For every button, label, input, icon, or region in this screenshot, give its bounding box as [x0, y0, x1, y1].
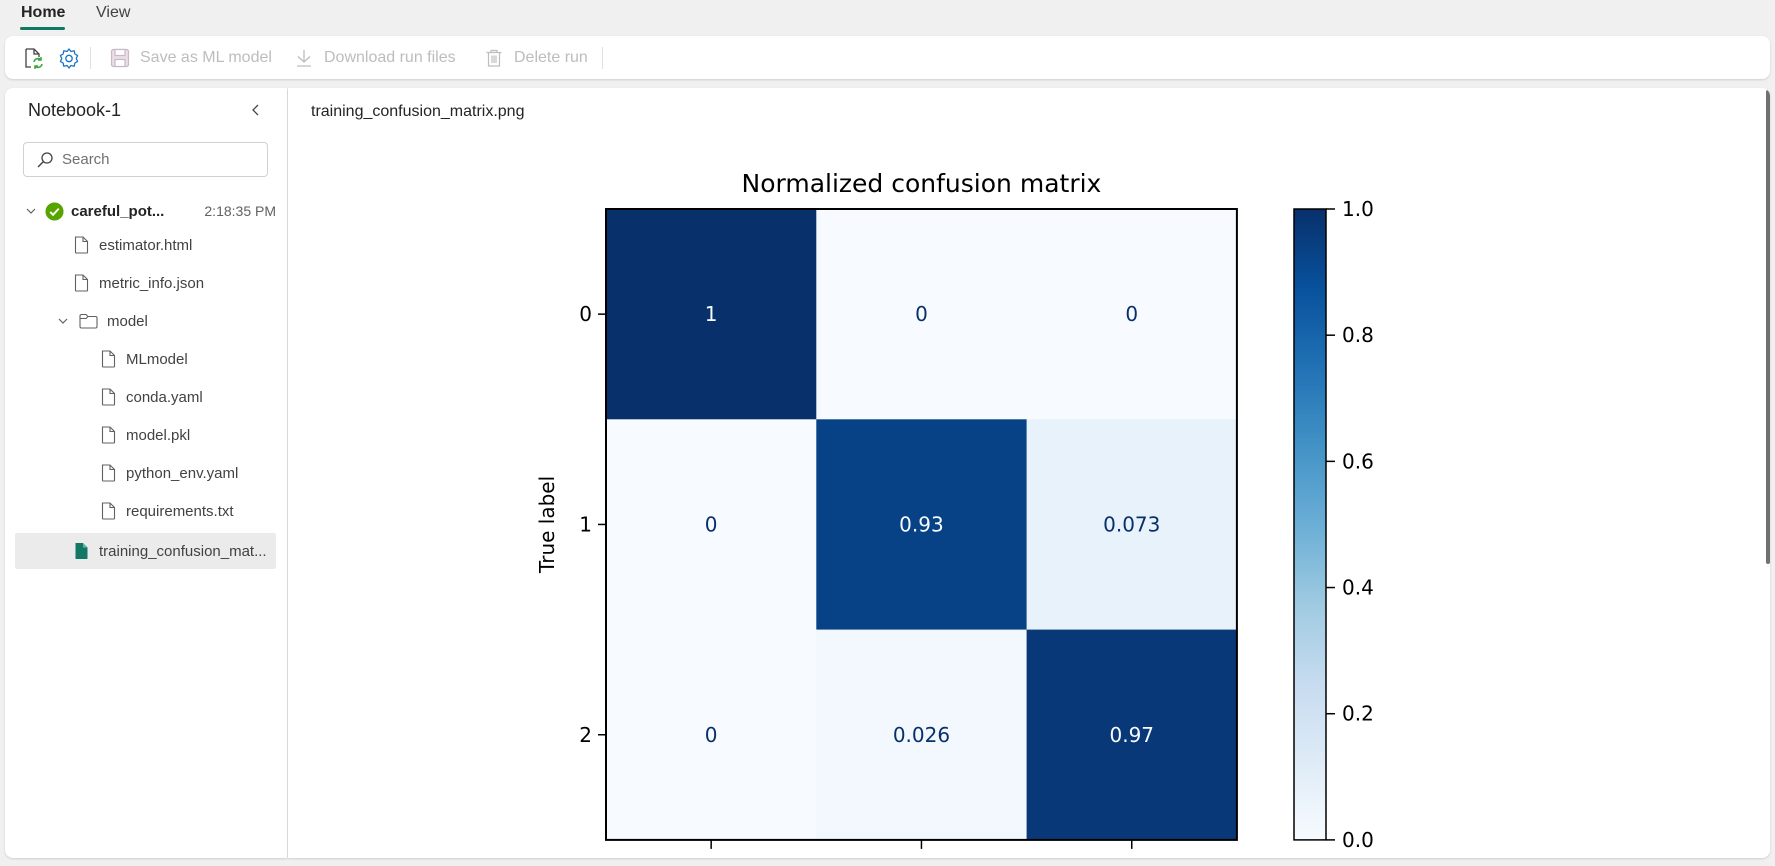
- toolbar-divider: [602, 47, 603, 69]
- cell-value-label: 0: [1125, 302, 1138, 326]
- colorbar-tick-label: 0.6: [1342, 449, 1374, 473]
- chevron-down-icon[interactable]: [57, 315, 69, 327]
- tab-home[interactable]: Home: [21, 4, 65, 22]
- file-name: training_confusion_mat...: [99, 542, 267, 560]
- gear-icon: [59, 47, 79, 69]
- save-icon: [110, 48, 130, 67]
- folder-item[interactable]: model: [15, 303, 276, 339]
- download-icon: [297, 49, 311, 67]
- chevron-down-icon[interactable]: [25, 205, 37, 217]
- colorbar-tick-label: 0.0: [1342, 828, 1374, 852]
- file-icon: [101, 502, 116, 520]
- search-icon: [37, 151, 53, 167]
- colorbar-tick-label: 0.2: [1342, 702, 1374, 726]
- file-item[interactable]: MLmodel: [15, 341, 276, 377]
- colorbar-tick-label: 1.0: [1342, 197, 1374, 221]
- trash-icon: [486, 49, 502, 67]
- file-icon: [74, 236, 89, 254]
- search-input[interactable]: [62, 151, 252, 168]
- cell-value-label: 1: [705, 302, 718, 326]
- file-icon: [101, 426, 116, 444]
- success-check-icon: [45, 201, 64, 221]
- file-name: conda.yaml: [126, 388, 203, 406]
- settings-button[interactable]: [58, 36, 80, 79]
- collapse-panel-icon[interactable]: [248, 102, 264, 118]
- cell-value-label: 0.97: [1109, 723, 1154, 747]
- delete-run-label: Delete run: [514, 48, 588, 66]
- download-run-files-label: Download run files: [324, 48, 456, 66]
- file-explorer-panel: Notebook-1 careful_pot... 2:18:35 PM est…: [5, 88, 287, 858]
- file-item[interactable]: requirements.txt: [15, 493, 276, 529]
- delete-run-button[interactable]: Delete run: [484, 36, 588, 79]
- cell-value-label: 0: [705, 512, 718, 536]
- file-name: python_env.yaml: [126, 464, 239, 482]
- y-tick-label: 0: [579, 302, 592, 326]
- folder-name: model: [107, 312, 148, 330]
- active-tab-indicator: [20, 27, 65, 30]
- download-run-files-button[interactable]: Download run files: [294, 36, 456, 79]
- file-item[interactable]: conda.yaml: [15, 379, 276, 415]
- file-icon: [101, 388, 116, 406]
- tab-view[interactable]: View: [96, 4, 130, 22]
- colorbar: [1293, 208, 1327, 841]
- refresh-button[interactable]: [22, 36, 44, 79]
- file-item[interactable]: python_env.yaml: [15, 455, 276, 491]
- file-item[interactable]: metric_info.json: [15, 265, 276, 301]
- notebook-title: Notebook-1: [28, 100, 122, 120]
- file-name: estimator.html: [99, 236, 193, 254]
- colorbar-tick-label: 0.8: [1342, 323, 1374, 347]
- file-name: MLmodel: [126, 350, 188, 368]
- cell-value-label: 0.93: [899, 512, 944, 536]
- file-item[interactable]: model.pkl: [15, 417, 276, 453]
- file-preview-panel: training_confusion_matrix.png Normalized…: [288, 88, 1770, 858]
- toolbar-divider: [90, 47, 91, 69]
- file-icon: [101, 350, 116, 368]
- y-axis-label: True label: [535, 476, 559, 574]
- cell-value-label: 0.073: [1103, 512, 1160, 536]
- file-name: model.pkl: [126, 426, 191, 444]
- ribbon-tabs: Home View: [0, 0, 1775, 34]
- image-file-icon: [75, 543, 88, 559]
- save-as-ml-model-label: Save as ML model: [140, 48, 272, 66]
- cell-value-label: 0: [705, 723, 718, 747]
- file-name: metric_info.json: [99, 274, 205, 292]
- run-name: careful_pot...: [71, 202, 165, 220]
- cell-value-label: 0.026: [893, 723, 950, 747]
- toolbar: Save as ML model Download run files Dele…: [5, 36, 1770, 79]
- confusion-matrix-chart: Normalized confusion matrix True label 1…: [535, 169, 1374, 852]
- file-icon: [101, 464, 116, 482]
- y-tick-label: 2: [579, 723, 592, 747]
- colorbar-tick-label: 0.4: [1342, 576, 1374, 600]
- file-item-selected[interactable]: training_confusion_mat...: [15, 533, 276, 569]
- run-timestamp: 2:18:35 PM: [204, 203, 276, 219]
- folder-icon: [79, 313, 98, 329]
- save-as-ml-model-button[interactable]: Save as ML model: [110, 36, 272, 79]
- search-box[interactable]: [23, 142, 268, 177]
- file-name: requirements.txt: [126, 502, 234, 520]
- document-refresh-icon: [25, 47, 43, 69]
- cell-value-label: 0: [915, 302, 928, 326]
- run-item[interactable]: careful_pot... 2:18:35 PM: [15, 193, 276, 229]
- y-tick-label: 1: [579, 512, 592, 536]
- file-icon: [74, 274, 89, 292]
- chart-title: Normalized confusion matrix: [742, 169, 1102, 198]
- file-item[interactable]: estimator.html: [15, 227, 276, 263]
